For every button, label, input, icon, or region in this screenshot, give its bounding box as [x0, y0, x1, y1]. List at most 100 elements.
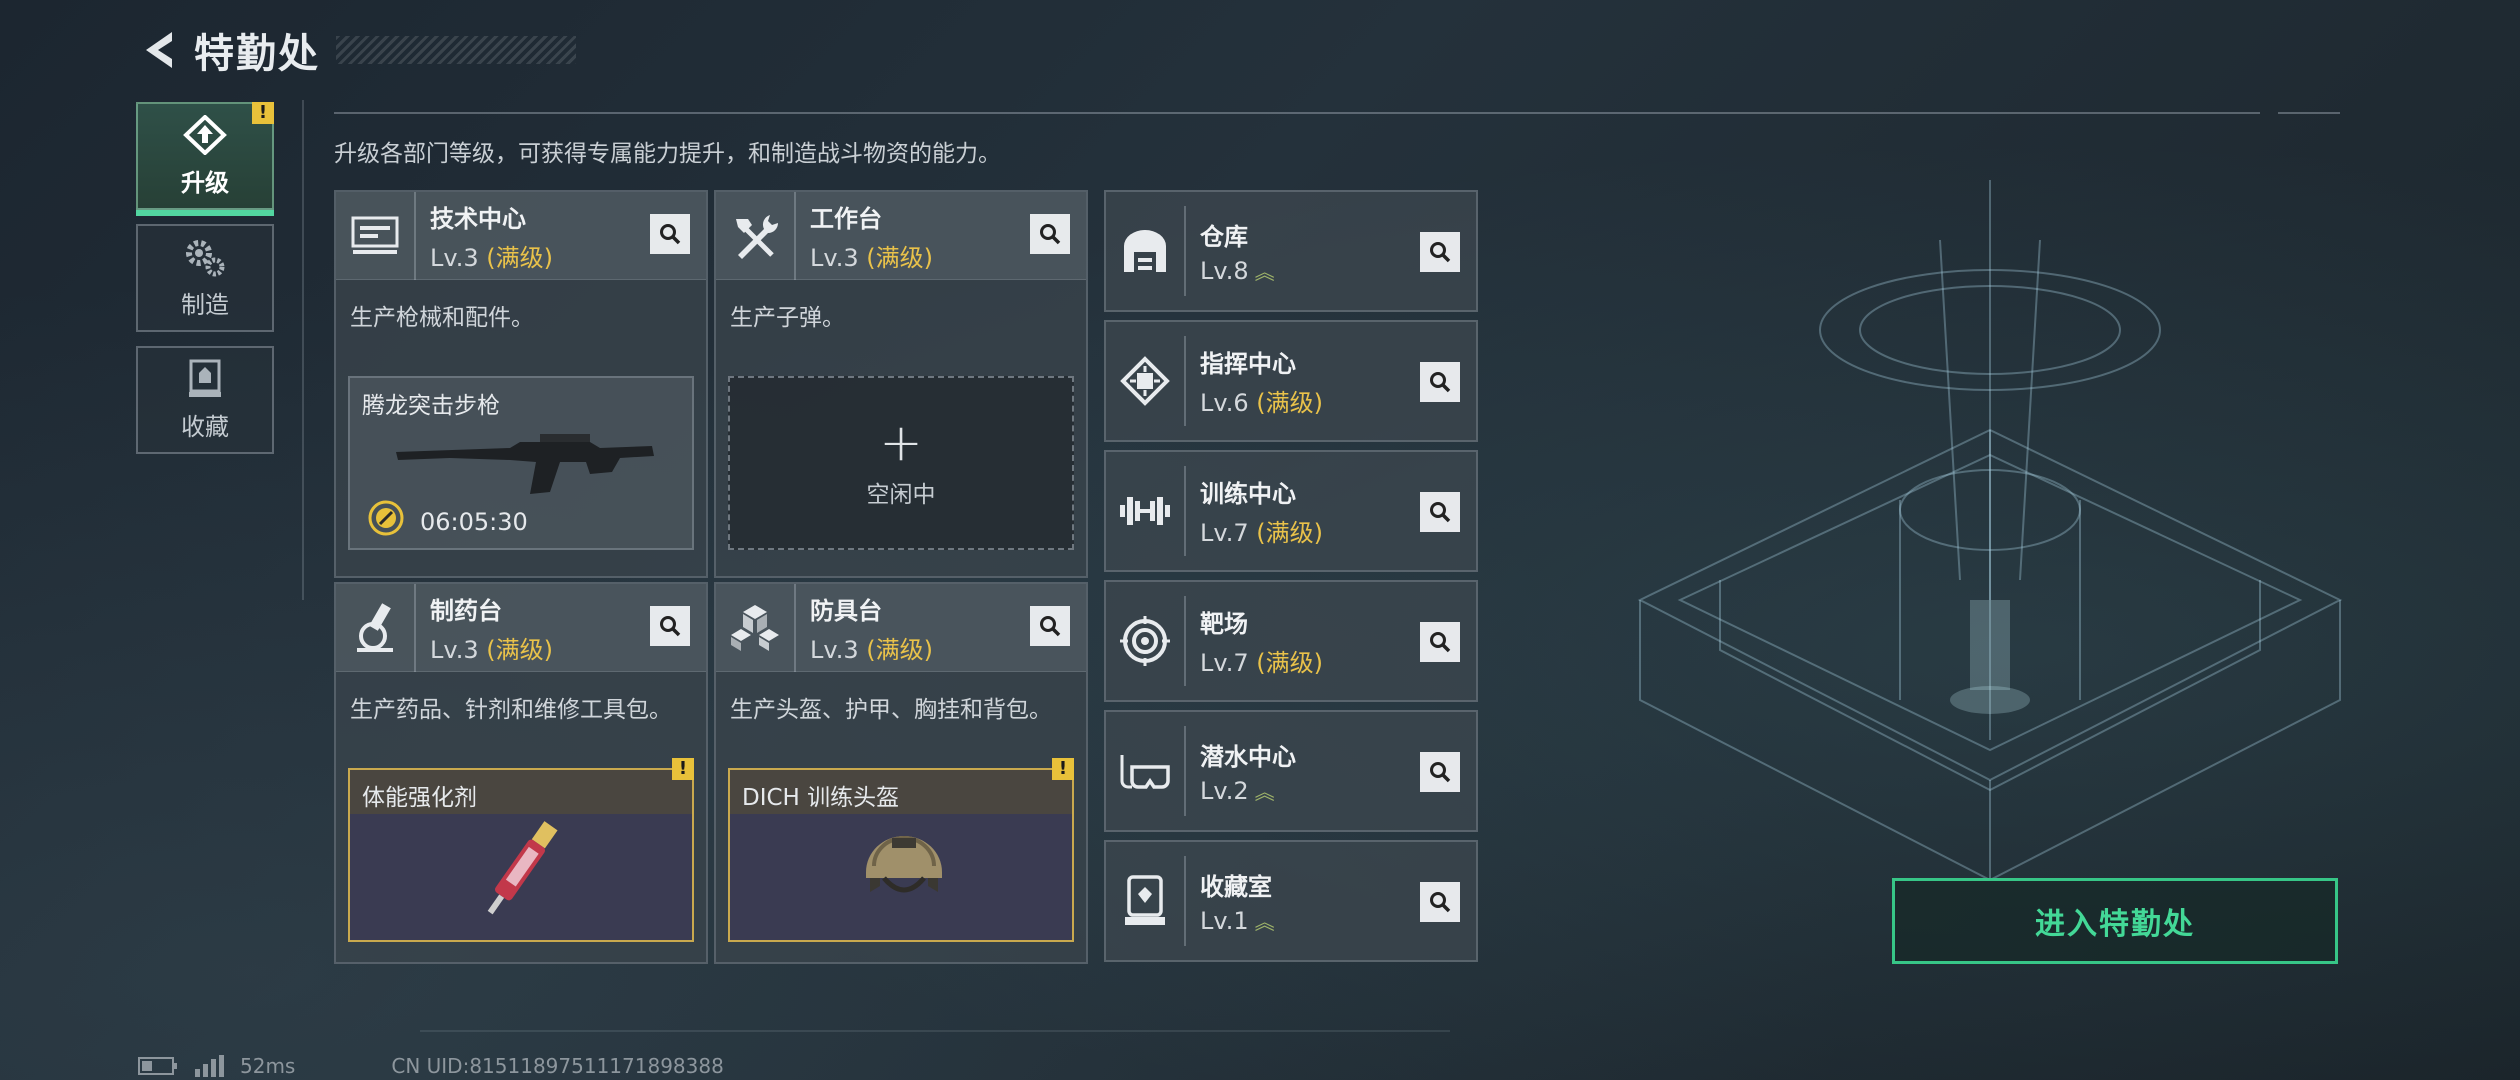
search-icon [1430, 762, 1451, 783]
command-center-icon [1120, 356, 1170, 406]
inspect-button[interactable] [1420, 362, 1460, 402]
nav-tab-upgrade[interactable]: ! 升级 [136, 102, 274, 216]
card-header: 制药台 Lv.3 (满级) [336, 583, 706, 672]
card-icon-wrapper [1106, 336, 1186, 426]
user-uid: CN UID:81511897511171898388 [391, 1054, 724, 1078]
divider [302, 100, 304, 600]
nav-tab-collection[interactable]: 收藏 [136, 346, 274, 454]
facility-level: Lv.3 (满级) [430, 635, 553, 664]
search-icon [660, 616, 681, 637]
facility-name: 靶场 [1200, 610, 1248, 638]
enter-button-label: 进入特勤处 [2035, 907, 2195, 942]
production-slot-complete[interactable]: ! DICH 训练头盔 [728, 758, 1074, 942]
card-icon-wrapper [336, 583, 416, 672]
facility-card-collection-room[interactable]: 收藏室 Lv.1 ︽ [1104, 840, 1478, 962]
facility-name: 工作台 [810, 204, 882, 233]
inspect-button[interactable] [1420, 882, 1460, 922]
workbench-icon [736, 214, 778, 259]
inspect-button[interactable] [1030, 606, 1070, 646]
page-title: 特勤处 [194, 31, 320, 77]
facility-card-shooting-range[interactable]: 靶场 Lv.7 (满级) [1104, 580, 1478, 702]
inspect-button[interactable] [1420, 752, 1460, 792]
enter-special-ops-button[interactable]: 进入特勤处 [1892, 878, 2338, 964]
nav-tab-manufacture[interactable]: 制造 [136, 224, 274, 332]
collection-room-icon [1125, 875, 1165, 925]
facility-description: 生产药品、针剂和维修工具包。 [350, 697, 672, 723]
inspect-button[interactable] [650, 214, 690, 254]
inspect-button[interactable] [650, 606, 690, 646]
header: 特勤处 [136, 20, 576, 80]
facility-level: Lv.3 (满级) [810, 243, 933, 272]
nav-label: 升级 [181, 168, 229, 197]
search-icon [1430, 242, 1451, 263]
facility-level: Lv.7 (满级) [1200, 519, 1323, 547]
pharmacy-icon [357, 602, 393, 652]
facility-level: Lv.1 ︽ [1200, 907, 1275, 935]
facility-name: 指挥中心 [1200, 350, 1296, 378]
card-header: 技术中心 Lv.3 (满级) [336, 191, 706, 280]
divider [2278, 112, 2340, 114]
inspect-button[interactable] [1030, 214, 1070, 254]
facility-level: Lv.3 (满级) [430, 243, 553, 272]
plus-icon: + [879, 413, 923, 473]
production-item-name: DICH 训练头盔 [742, 785, 900, 811]
facility-level: Lv.7 (满级) [1200, 649, 1323, 677]
facility-card-warehouse[interactable]: 仓库 Lv.8 ︽ [1104, 190, 1478, 312]
warning-badge: ! [252, 102, 274, 124]
page-description: 升级各部门等级，可获得专属能力提升，和制造战斗物资的能力。 [334, 141, 1001, 167]
search-icon [1430, 892, 1451, 913]
facility-description: 生产子弹。 [730, 305, 845, 331]
base-wireframe-illustration [1637, 180, 2343, 882]
search-icon [1430, 502, 1451, 523]
facility-level: Lv.8 ︽ [1200, 257, 1275, 285]
facility-card-armor-bench[interactable]: 防具台 Lv.3 (满级) 生产头盔、护甲、胸挂和背包。 ! DICH 训练头盔 [714, 582, 1088, 964]
facility-name: 制药台 [430, 596, 502, 625]
inspect-button[interactable] [1420, 622, 1460, 662]
status-bar: 52ms CN UID:81511897511171898388 [138, 1054, 724, 1078]
search-icon [660, 224, 681, 245]
upgrade-available-icon: ︽ [1254, 910, 1275, 934]
production-timer: 06:05:30 [420, 508, 528, 536]
timer-icon [368, 500, 404, 536]
rifle-image [396, 434, 654, 494]
card-header: 防具台 Lv.3 (满级) [716, 583, 1086, 672]
warning-badge: ! [672, 758, 694, 780]
battery-icon [138, 1057, 177, 1075]
search-icon [1040, 616, 1061, 637]
shooting-range-icon [1120, 616, 1170, 666]
production-slot-empty[interactable]: + 空闲中 [728, 376, 1074, 550]
facility-name: 技术中心 [430, 204, 526, 233]
stim-injector-image [487, 821, 558, 915]
facility-card-diving-center[interactable]: 潜水中心 Lv.2 ︽ [1104, 710, 1478, 832]
warning-badge: ! [1052, 758, 1074, 780]
facility-card-tech-center[interactable]: 技术中心 Lv.3 (满级) 生产枪械和配件。 腾龙突击步枪 06:05:30 [334, 190, 708, 578]
production-slot[interactable]: 腾龙突击步枪 06:05:30 [348, 376, 694, 550]
search-icon [1430, 372, 1451, 393]
nav-label: 制造 [181, 290, 229, 319]
facility-card-command-center[interactable]: 指挥中心 Lv.6 (满级) [1104, 320, 1478, 442]
inspect-button[interactable] [1420, 492, 1460, 532]
facility-level: Lv.3 (满级) [810, 635, 933, 664]
facility-card-pharmacy[interactable]: 制药台 Lv.3 (满级) 生产药品、针剂和维修工具包。 ! 体能强化剂 [334, 582, 708, 964]
card-icon-wrapper [1106, 726, 1186, 816]
facility-card-workbench[interactable]: 工作台 Lv.3 (满级) 生产子弹。 + 空闲中 [714, 190, 1088, 578]
facility-description: 生产头盔、护甲、胸挂和背包。 [730, 697, 1052, 723]
back-button[interactable] [136, 20, 180, 80]
production-slot-complete[interactable]: ! 体能强化剂 [348, 758, 694, 942]
inspect-button[interactable] [1420, 232, 1460, 272]
diving-center-icon [1120, 755, 1170, 789]
facility-name: 仓库 [1200, 223, 1248, 251]
nav-label: 收藏 [181, 412, 229, 441]
production-item-name: 体能强化剂 [362, 785, 477, 811]
upgrade-icon [183, 114, 227, 155]
armor-bench-icon [731, 604, 779, 651]
card-icon-wrapper [336, 191, 416, 280]
facility-name: 收藏室 [1200, 873, 1272, 901]
card-icon-wrapper [1106, 466, 1186, 556]
idle-status: 空闲中 [866, 482, 936, 508]
card-icon-wrapper [1106, 596, 1186, 686]
facility-card-training-center[interactable]: 训练中心 Lv.7 (满级) [1104, 450, 1478, 572]
divider [420, 1030, 1450, 1032]
facility-name: 潜水中心 [1200, 743, 1296, 771]
card-header: 工作台 Lv.3 (满级) [716, 191, 1086, 280]
